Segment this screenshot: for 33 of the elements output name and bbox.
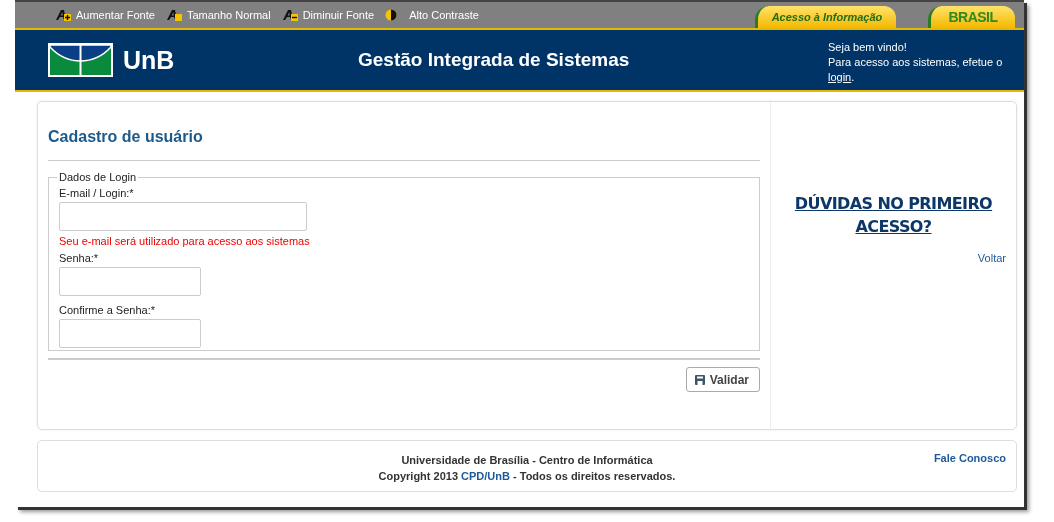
font-increase-icon xyxy=(55,9,72,21)
accessibility-link[interactable]: Aumentar Fonte xyxy=(55,9,155,21)
contact-link[interactable]: Fale Conosco xyxy=(933,452,1006,464)
cpd-link[interactable]: CPD/UnB xyxy=(461,470,510,482)
punctuation-text: . xyxy=(851,70,855,83)
input-field[interactable] xyxy=(59,202,307,231)
back-link[interactable]: Voltar xyxy=(977,252,1006,264)
input-field[interactable] xyxy=(59,319,201,348)
field-label: Senha:* xyxy=(59,252,100,264)
welcome-text: Seja bem vindo! xyxy=(828,40,907,53)
copyright-text: Copyright 2013 xyxy=(378,470,458,482)
accessibility-link[interactable]: Diminuir Fonte xyxy=(281,9,375,21)
validate-button[interactable]: Validar xyxy=(685,367,760,392)
font-normal-icon xyxy=(165,9,183,21)
contrast-icon xyxy=(385,9,398,21)
fieldset-legend: Dados de Login xyxy=(57,171,139,183)
access-info-tab[interactable]: Acesso à Informação xyxy=(755,6,896,28)
input-field[interactable] xyxy=(59,267,201,296)
form-title: Cadastro de usuário xyxy=(48,128,760,161)
hint-text: Seu e-mail será utilizado para acesso aos sistemas xyxy=(59,235,311,247)
site-title: Gestão Integrada de Sistemas xyxy=(358,49,631,71)
accessibility-link[interactable]: Tamanho Normal xyxy=(165,9,271,21)
accessibility-link[interactable]: Alto Contraste xyxy=(385,9,479,21)
font-decrease-icon xyxy=(281,9,299,21)
save-icon xyxy=(694,374,705,385)
field-label: Confirme a Senha:* xyxy=(59,304,156,316)
rights-text: - Todos os direitos reservados. xyxy=(513,470,676,482)
logo-text: UnB xyxy=(123,45,175,75)
logo-icon xyxy=(48,43,113,77)
help-link[interactable]: DÚVIDAS NO PRIMEIRO ACESSO? xyxy=(788,192,999,238)
field-label: E-mail / Login:* xyxy=(59,187,135,199)
footer-text: Universidade de Brasília - Centro de Informática xyxy=(401,453,653,468)
login-prompt: Para acesso aos sistemas, efetue o xyxy=(828,55,1003,68)
